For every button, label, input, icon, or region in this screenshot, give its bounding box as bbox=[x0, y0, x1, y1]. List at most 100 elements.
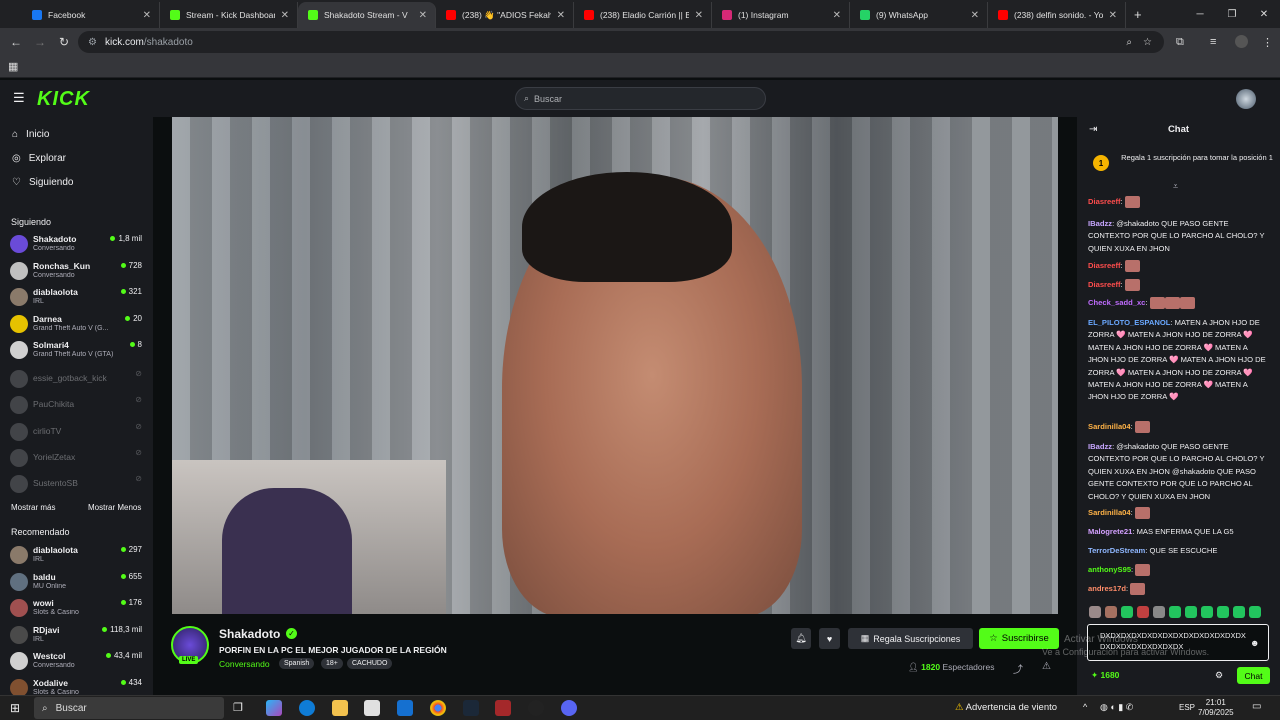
channel-item[interactable]: diablaolota IRL 297 bbox=[10, 543, 148, 567]
minimize-icon[interactable]: ─ bbox=[1184, 0, 1216, 28]
quick-emote[interactable] bbox=[1153, 606, 1165, 618]
tag-age[interactable]: 18+ bbox=[321, 658, 343, 669]
hamburger-menu-icon[interactable]: ☰ bbox=[13, 90, 25, 106]
new-tab-icon[interactable]: + bbox=[1134, 7, 1142, 22]
weather-widget[interactable]: ⚠ Advertencia de viento bbox=[955, 702, 1057, 713]
quick-emote[interactable] bbox=[1249, 606, 1261, 618]
chat-username[interactable]: Malogrete21 bbox=[1088, 527, 1132, 536]
reload-icon[interactable]: ↻ bbox=[52, 35, 76, 49]
outlook-icon[interactable] bbox=[397, 700, 413, 716]
site-info-icon[interactable]: ⚙ bbox=[88, 37, 97, 48]
language-indicator[interactable]: ESP bbox=[1179, 703, 1195, 712]
profile-icon[interactable] bbox=[1235, 35, 1248, 48]
quick-emote[interactable] bbox=[1137, 606, 1149, 618]
browser-tab[interactable]: Shakadoto Stream - V ✕ bbox=[298, 2, 436, 28]
search-input[interactable]: ⌕ Buscar bbox=[515, 87, 766, 110]
chat-username[interactable]: Diasreeff bbox=[1088, 261, 1121, 270]
tray-icons[interactable]: ◍ ◐ ▮ ✆ bbox=[1100, 702, 1133, 713]
tag-language[interactable]: Spanish bbox=[279, 658, 315, 669]
quick-emote[interactable] bbox=[1089, 606, 1101, 618]
channel-item[interactable]: Darnea Grand Theft Auto V (G... 20 bbox=[10, 312, 148, 336]
channel-item[interactable]: PauChikita ⊘ bbox=[10, 393, 148, 417]
emote-picker-icon[interactable]: ☻ bbox=[1250, 638, 1259, 648]
browser-tab[interactable]: (1) Instagram ✕ bbox=[712, 2, 850, 28]
show-more-link[interactable]: Mostrar más bbox=[11, 503, 55, 512]
forward-icon[interactable]: → bbox=[28, 35, 52, 49]
quick-emote[interactable] bbox=[1121, 606, 1133, 618]
channel-item[interactable]: YorielZetax ⊘ bbox=[10, 446, 148, 470]
channel-item[interactable]: baldu MU Online 655 bbox=[10, 570, 148, 594]
tab-close-icon[interactable]: ✕ bbox=[143, 10, 151, 21]
chat-username[interactable]: Sardinilla04 bbox=[1088, 508, 1131, 517]
browser-tab[interactable]: Facebook ✕ bbox=[22, 2, 160, 28]
chat-username[interactable]: TerrorDeStream bbox=[1088, 546, 1145, 555]
maximize-icon[interactable]: ❐ bbox=[1216, 0, 1248, 28]
chat-username[interactable]: andres17d bbox=[1088, 584, 1126, 593]
expand-chevron-icon[interactable]: ⩡ bbox=[1173, 181, 1178, 192]
chat-username[interactable]: IBadzz bbox=[1088, 442, 1112, 451]
apps-grid-icon[interactable]: ▦ bbox=[8, 60, 18, 73]
store-icon[interactable] bbox=[364, 700, 380, 716]
task-view-icon[interactable]: ❐ bbox=[233, 701, 243, 714]
chat-settings-icon[interactable]: ⚙ bbox=[1215, 670, 1223, 681]
send-chat-button[interactable]: Chat bbox=[1237, 667, 1270, 684]
sidebar-nav-home[interactable]: ⌂ Inicio bbox=[12, 129, 49, 140]
tray-chevron-icon[interactable]: ^ bbox=[1083, 702, 1087, 712]
notification-bell-button[interactable]: 🔔︎ bbox=[791, 628, 811, 649]
channel-points[interactable]: ✦ 1680 bbox=[1091, 670, 1119, 681]
obs-icon[interactable] bbox=[528, 700, 544, 716]
show-less-link[interactable]: Mostrar Menos bbox=[88, 503, 141, 512]
tag-custom[interactable]: CACHUDO bbox=[347, 658, 393, 669]
stream-category[interactable]: Conversando bbox=[219, 659, 270, 669]
bookmark-star-icon[interactable]: ☆ bbox=[1143, 37, 1152, 48]
browser-tab[interactable]: (238) 👋 "ADIOS Fekahou ✕ bbox=[436, 2, 574, 28]
channel-name[interactable]: Shakadoto bbox=[219, 627, 280, 641]
channel-item[interactable]: wowi Slots & Casino 176 bbox=[10, 596, 148, 620]
browser-tab[interactable]: (238) Eladio Carrión || BZR ✕ bbox=[574, 2, 712, 28]
tab-close-icon[interactable]: ✕ bbox=[281, 10, 289, 21]
channel-item[interactable]: diablaolota IRL 321 bbox=[10, 285, 148, 309]
steam-icon[interactable] bbox=[463, 700, 479, 716]
zoom-icon[interactable]: ⌕ bbox=[1126, 37, 1132, 48]
quick-emote[interactable] bbox=[1233, 606, 1245, 618]
kick-logo[interactable]: KICK bbox=[37, 88, 90, 111]
file-explorer-icon[interactable] bbox=[332, 700, 348, 716]
chat-username[interactable]: EL_PILOTO_ESPANOL bbox=[1088, 318, 1170, 327]
tab-close-icon[interactable]: ✕ bbox=[695, 10, 703, 21]
close-window-icon[interactable]: ✕ bbox=[1248, 0, 1280, 28]
channel-item[interactable]: Ronchas_Kun Conversando 728 bbox=[10, 259, 148, 283]
quick-emote[interactable] bbox=[1169, 606, 1181, 618]
channel-item[interactable]: RDjavi IRL 118,3 mil bbox=[10, 623, 148, 647]
quick-emote[interactable] bbox=[1105, 606, 1117, 618]
chat-username[interactable]: IBadzz bbox=[1088, 219, 1112, 228]
browser-tab[interactable]: Stream - Kick Dashboard ✕ bbox=[160, 2, 298, 28]
game-icon[interactable] bbox=[495, 700, 511, 716]
sidebar-nav-heart[interactable]: ♡ Siguiendo bbox=[12, 177, 73, 188]
channel-item[interactable]: Solmari4 Grand Theft Auto V (GTA) 8 bbox=[10, 338, 148, 362]
video-player[interactable] bbox=[153, 117, 1077, 614]
chat-username[interactable]: Diasreeff bbox=[1088, 197, 1121, 206]
back-icon[interactable]: ← bbox=[4, 35, 28, 49]
gift-subs-button[interactable]: ▦ Regala Suscripciones bbox=[848, 628, 973, 649]
report-icon[interactable]: ⚠ bbox=[1042, 661, 1051, 672]
windows-start-icon[interactable]: ⊞ bbox=[10, 701, 20, 715]
sidebar-nav-compass[interactable]: ◎ Explorar bbox=[12, 153, 66, 164]
clock[interactable]: 21:01 7/09/2025 bbox=[1198, 698, 1234, 718]
channel-item[interactable]: essie_gotback_kick ⊘ bbox=[10, 367, 148, 391]
tab-close-icon[interactable]: ✕ bbox=[419, 10, 427, 21]
notifications-icon[interactable]: ▭ bbox=[1252, 701, 1261, 712]
edge-icon[interactable] bbox=[299, 700, 315, 716]
browser-tab[interactable]: (238) delfin sonido. - YouT ✕ bbox=[988, 2, 1126, 28]
channel-item[interactable]: cirlioTV ⊘ bbox=[10, 420, 148, 444]
discord-icon[interactable] bbox=[561, 700, 577, 716]
quick-emote[interactable] bbox=[1185, 606, 1197, 618]
gift-leaderboard[interactable]: 1 Regala 1 suscripción para tomar la pos… bbox=[1085, 149, 1275, 183]
user-avatar[interactable] bbox=[1236, 89, 1256, 109]
channel-item[interactable]: Westcol Conversando 43,4 mil bbox=[10, 649, 148, 673]
chrome-icon[interactable] bbox=[430, 700, 446, 716]
follow-button[interactable]: ♥ bbox=[819, 628, 840, 649]
quick-emote[interactable] bbox=[1201, 606, 1213, 618]
chat-username[interactable]: Sardinilla04 bbox=[1088, 422, 1131, 431]
channel-item[interactable]: Shakadoto Conversando 1,8 mil bbox=[10, 232, 148, 256]
chat-username[interactable]: Check_sadd_xc bbox=[1088, 298, 1145, 307]
